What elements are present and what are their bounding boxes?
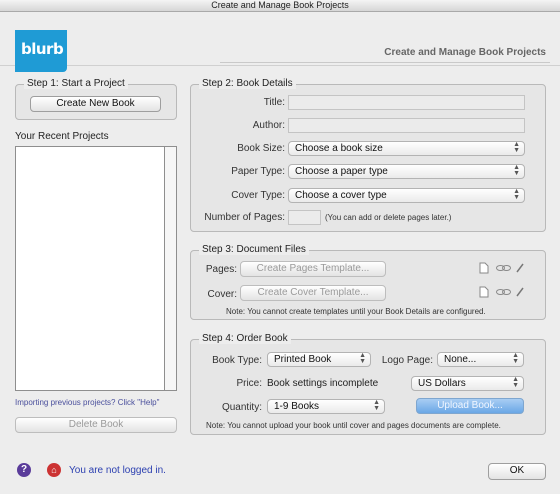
logo-page-select[interactable]: None... ▲ ▼	[437, 352, 524, 367]
pages-label: Pages:	[205, 264, 237, 275]
cover-type-label: Cover Type:	[231, 190, 285, 201]
recent-projects-scrollbar[interactable]	[165, 146, 177, 391]
price-label: Price:	[236, 378, 262, 389]
author-label: Author:	[252, 120, 285, 131]
number-of-pages-label: Number of Pages:	[204, 212, 285, 223]
file-icon[interactable]	[479, 262, 489, 274]
select-arrows-icon: ▲ ▼	[373, 399, 380, 412]
title-label: Title:	[263, 97, 285, 108]
chain-link-icon[interactable]	[496, 263, 511, 275]
select-arrows-icon: ▲ ▼	[359, 352, 366, 365]
step1-legend: Step 1: Start a Project	[24, 78, 128, 89]
paper-type-label: Paper Type:	[231, 166, 285, 177]
title-field[interactable]	[288, 95, 525, 110]
paper-type-value: Choose a paper type	[295, 166, 388, 177]
pencil-icon[interactable]	[515, 262, 525, 274]
quantity-label: Quantity:	[221, 402, 262, 413]
header-divider	[220, 62, 550, 63]
import-help-link[interactable]: Importing previous projects? Click "Help…	[15, 398, 159, 407]
book-size-select[interactable]: Choose a book size ▲ ▼	[288, 141, 525, 156]
select-arrows-icon: ▲ ▼	[513, 188, 520, 201]
login-status-text[interactable]: You are not logged in.	[69, 465, 166, 476]
create-cover-template-button[interactable]: Create Cover Template...	[240, 285, 386, 301]
currency-select[interactable]: US Dollars ▲ ▼	[411, 376, 524, 391]
book-size-value: Choose a book size	[295, 143, 383, 154]
paper-type-select[interactable]: Choose a paper type ▲ ▼	[288, 164, 525, 179]
step3-legend: Step 3: Document Files	[199, 244, 309, 255]
number-of-pages-field[interactable]	[288, 210, 321, 225]
recent-projects-label: Your Recent Projects	[15, 131, 109, 142]
help-icon[interactable]: ?	[17, 463, 31, 477]
chain-link-icon[interactable]	[496, 287, 511, 299]
window-title-bar: Create and Manage Book Projects	[0, 0, 560, 12]
create-pages-template-button[interactable]: Create Pages Template...	[240, 261, 386, 277]
ok-button[interactable]: OK	[488, 463, 546, 480]
cover-label: Cover:	[207, 289, 237, 300]
step2-legend: Step 2: Book Details	[199, 78, 296, 89]
pencil-icon[interactable]	[515, 286, 525, 298]
select-arrows-icon: ▲ ▼	[512, 352, 519, 365]
step4-legend: Step 4: Order Book	[199, 333, 291, 344]
author-field[interactable]	[288, 118, 525, 133]
recent-projects-list[interactable]	[15, 146, 165, 391]
quantity-value: 1-9 Books	[274, 401, 320, 412]
currency-value: US Dollars	[418, 378, 466, 389]
select-arrows-icon: ▲ ▼	[513, 141, 520, 154]
quantity-select[interactable]: 1-9 Books ▲ ▼	[267, 399, 385, 414]
home-icon[interactable]: ⌂	[47, 463, 61, 477]
book-type-label: Book Type:	[212, 355, 262, 366]
blurb-logo: blurb	[15, 30, 67, 72]
select-arrows-icon: ▲ ▼	[513, 164, 520, 177]
file-icon[interactable]	[479, 286, 489, 298]
header-title: Create and Manage Book Projects	[384, 47, 546, 58]
cover-type-value: Choose a cover type	[295, 190, 387, 201]
book-type-value: Printed Book	[274, 354, 332, 365]
pages-note: (You can add or delete pages later.)	[325, 213, 452, 222]
upload-book-button[interactable]: Upload Book...	[416, 398, 524, 414]
delete-book-button[interactable]: Delete Book	[15, 417, 177, 433]
logo-page-label: Logo Page:	[381, 355, 433, 366]
step3-note: Note: You cannot create templates until …	[226, 307, 486, 316]
window-title: Create and Manage Book Projects	[211, 0, 349, 10]
logo-page-value: None...	[444, 354, 477, 365]
step4-note: Note: You cannot upload your book until …	[206, 421, 501, 430]
price-value: Book settings incomplete	[267, 378, 379, 389]
cover-type-select[interactable]: Choose a cover type ▲ ▼	[288, 188, 525, 203]
book-type-select[interactable]: Printed Book ▲ ▼	[267, 352, 371, 367]
create-new-book-button[interactable]: Create New Book	[30, 96, 161, 112]
book-size-label: Book Size:	[237, 143, 285, 154]
select-arrows-icon: ▲ ▼	[512, 376, 519, 389]
